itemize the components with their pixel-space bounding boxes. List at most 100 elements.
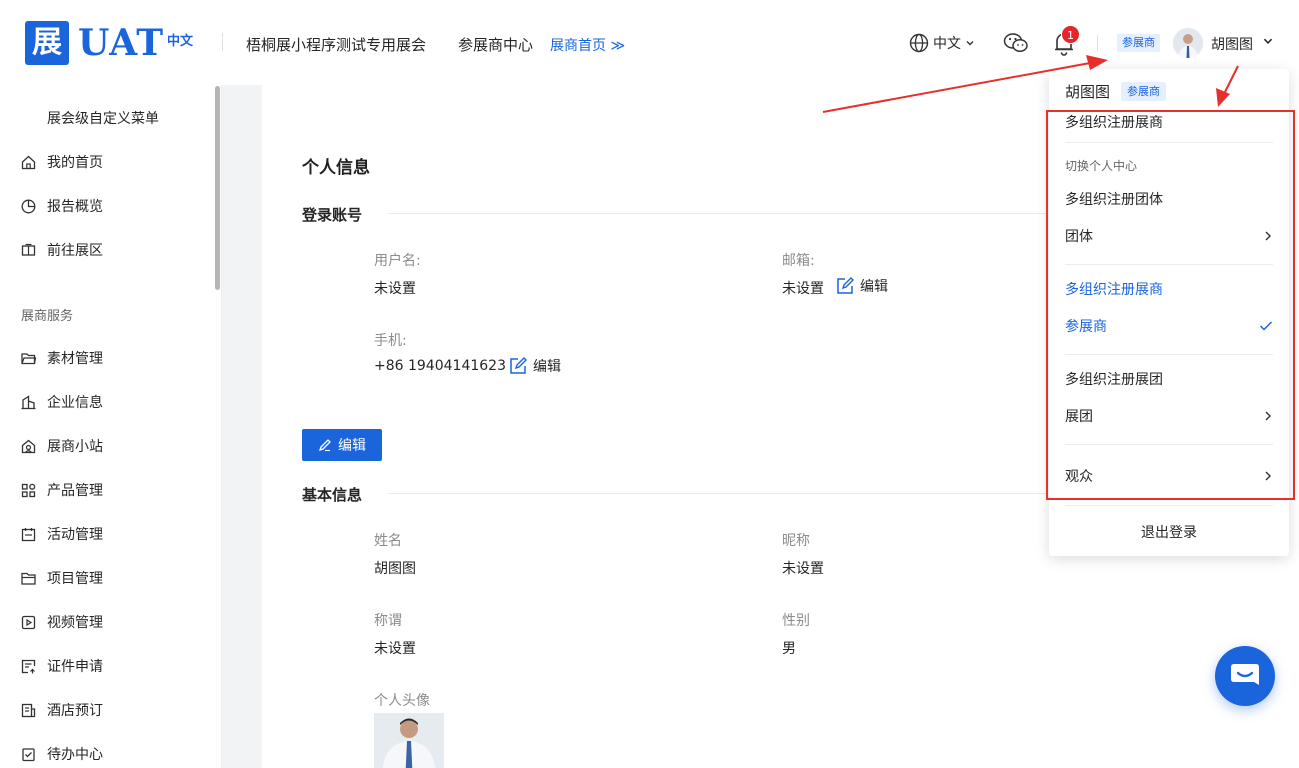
language-label: 中文 — [933, 36, 961, 52]
dropdown-user-name: 胡图图 — [1065, 83, 1111, 101]
org-exhibitor-label: 多组织注册展商 — [1065, 282, 1163, 298]
sidebar-item-label: 报告概览 — [47, 199, 103, 215]
edit-profile-button[interactable]: 编辑 — [302, 429, 382, 461]
name-label: 姓名 — [374, 533, 402, 549]
sidebar-item-label: 我的首页 — [47, 155, 103, 171]
edit-email-button[interactable]: 编辑 — [835, 276, 888, 296]
org-delegation-label: 多组织注册展团 — [1065, 372, 1163, 388]
sidebar-item-company[interactable]: 企业信息 — [20, 390, 103, 414]
logo-lang-label: 中文 — [167, 34, 194, 49]
sidebar-item-label: 视频管理 — [47, 615, 103, 631]
sidebar-item-custom-menu[interactable]: 展会级自定义菜单 — [47, 108, 159, 128]
gender-value: 男 — [782, 641, 796, 657]
avatar[interactable] — [1173, 28, 1203, 58]
email-label: 邮箱: — [782, 253, 815, 269]
sidebar-item-todo[interactable]: 待办中心 — [20, 742, 103, 766]
user-dropdown-menu: 胡图图 参展商 多组织注册展商 切换个人中心 多组织注册团体 团体 多组织注册展… — [1049, 69, 1289, 556]
sidebar-item-hotel[interactable]: 酒店预订 — [20, 698, 103, 722]
sidebar-item-credentials[interactable]: 证件申请 — [20, 654, 103, 678]
edit-label: 编辑 — [860, 279, 888, 295]
sidebar-item-products[interactable]: 产品管理 — [20, 478, 103, 502]
sidebar-item-label: 展商小站 — [47, 439, 103, 455]
chevron-right-icon — [1265, 411, 1271, 421]
username-label: 用户名: — [374, 253, 421, 269]
menu-item-delegation[interactable]: 展团 — [1065, 406, 1273, 426]
chat-support-button[interactable] — [1215, 646, 1275, 706]
nickname-value: 未设置 — [782, 561, 824, 577]
salutation-value: 未设置 — [374, 641, 416, 657]
switch-center-label: 切换个人中心 — [1065, 159, 1138, 173]
menu-item-exhibitor[interactable]: 参展商 — [1065, 316, 1273, 336]
nickname-label: 昵称 — [782, 533, 810, 549]
edit-phone-button[interactable]: 编辑 — [508, 356, 561, 376]
sidebar-item-label: 产品管理 — [47, 483, 103, 499]
sidebar-item-videos[interactable]: 视频管理 — [20, 610, 103, 634]
edit-label: 编辑 — [533, 359, 561, 375]
sidebar-section-label: 展商服务 — [21, 309, 74, 324]
chevron-down-icon[interactable] — [1262, 35, 1274, 47]
sidebar-scrollbar[interactable] — [215, 86, 220, 290]
username-value: 未设置 — [374, 281, 416, 297]
todo-icon — [22, 747, 35, 761]
profile-photo[interactable] — [374, 713, 444, 768]
logo-icon[interactable]: 展 — [25, 21, 69, 65]
check-icon — [1259, 321, 1273, 331]
sidebar-item-label: 证件申请 — [47, 659, 103, 675]
menu-item-group[interactable]: 团体 — [1065, 226, 1273, 246]
menu-divider — [1065, 444, 1273, 445]
sidebar-item-materials[interactable]: 素材管理 — [20, 346, 103, 370]
phone-label: 手机: — [374, 333, 407, 349]
email-value: 未设置 — [782, 281, 824, 297]
globe-icon — [909, 33, 929, 53]
header-divider — [222, 33, 223, 51]
hotel-icon — [21, 703, 36, 717]
menu-item-audience[interactable]: 观众 — [1065, 466, 1273, 486]
folder-open-icon — [21, 352, 37, 364]
page-title: 个人信息 — [302, 158, 370, 178]
wechat-icon[interactable] — [1003, 30, 1029, 56]
menu-divider — [1065, 354, 1273, 355]
pen-icon — [318, 439, 331, 452]
sidebar-item-store[interactable]: 展商小站 — [20, 434, 103, 458]
edit-icon — [510, 357, 527, 374]
sidebar-item-home[interactable]: 我的首页 — [20, 150, 103, 174]
logout-button[interactable]: 退出登录 — [1049, 522, 1289, 542]
chevron-down-icon — [966, 41, 974, 46]
chat-icon — [1231, 664, 1259, 685]
name-value: 胡图图 — [374, 561, 416, 577]
store-icon — [21, 439, 36, 453]
edit-button-label: 编辑 — [338, 438, 366, 454]
logo-text[interactable]: UAT — [78, 20, 164, 66]
language-switcher[interactable]: 中文 — [909, 32, 975, 54]
center-name: 参展商中心 — [458, 36, 534, 54]
current-org: 多组织注册展商 — [1065, 115, 1163, 131]
notification-badge: 1 — [1061, 25, 1080, 44]
folder-icon — [21, 572, 36, 585]
grid-icon — [21, 483, 36, 497]
calendar-icon — [21, 527, 36, 541]
login-section-title: 登录账号 — [302, 206, 363, 224]
sidebar-item-label: 前往展区 — [47, 243, 103, 259]
menu-divider — [1065, 264, 1273, 265]
chevron-right-icon — [1265, 471, 1271, 481]
avatar-label: 个人头像 — [374, 693, 430, 709]
section-divider — [388, 493, 1048, 494]
role-tag: 参展商 — [1117, 34, 1160, 52]
building-icon — [21, 394, 36, 409]
exhibitor-home-link[interactable]: 展商首页 ≫ — [550, 35, 625, 55]
menu-divider — [1065, 505, 1273, 506]
menu-divider — [1065, 142, 1273, 143]
sidebar-item-report[interactable]: 报告概览 — [20, 194, 103, 218]
edit-icon — [837, 277, 854, 294]
chevron-right-icon — [1265, 231, 1271, 241]
expo-name: 梧桐展小程序测试专用展会 — [246, 36, 427, 54]
sidebar-item-label: 待办中心 — [47, 747, 103, 763]
org-group-label: 多组织注册团体 — [1065, 192, 1163, 208]
pie-chart-icon — [21, 199, 36, 213]
header-divider — [1097, 35, 1098, 51]
sidebar-item-events[interactable]: 活动管理 — [20, 522, 103, 546]
sidebar-item-exhibit-area[interactable]: 前往展区 — [20, 238, 103, 262]
sidebar-item-projects[interactable]: 项目管理 — [20, 566, 103, 590]
section-divider — [388, 213, 1048, 214]
user-name[interactable]: 胡图图 — [1211, 34, 1253, 54]
